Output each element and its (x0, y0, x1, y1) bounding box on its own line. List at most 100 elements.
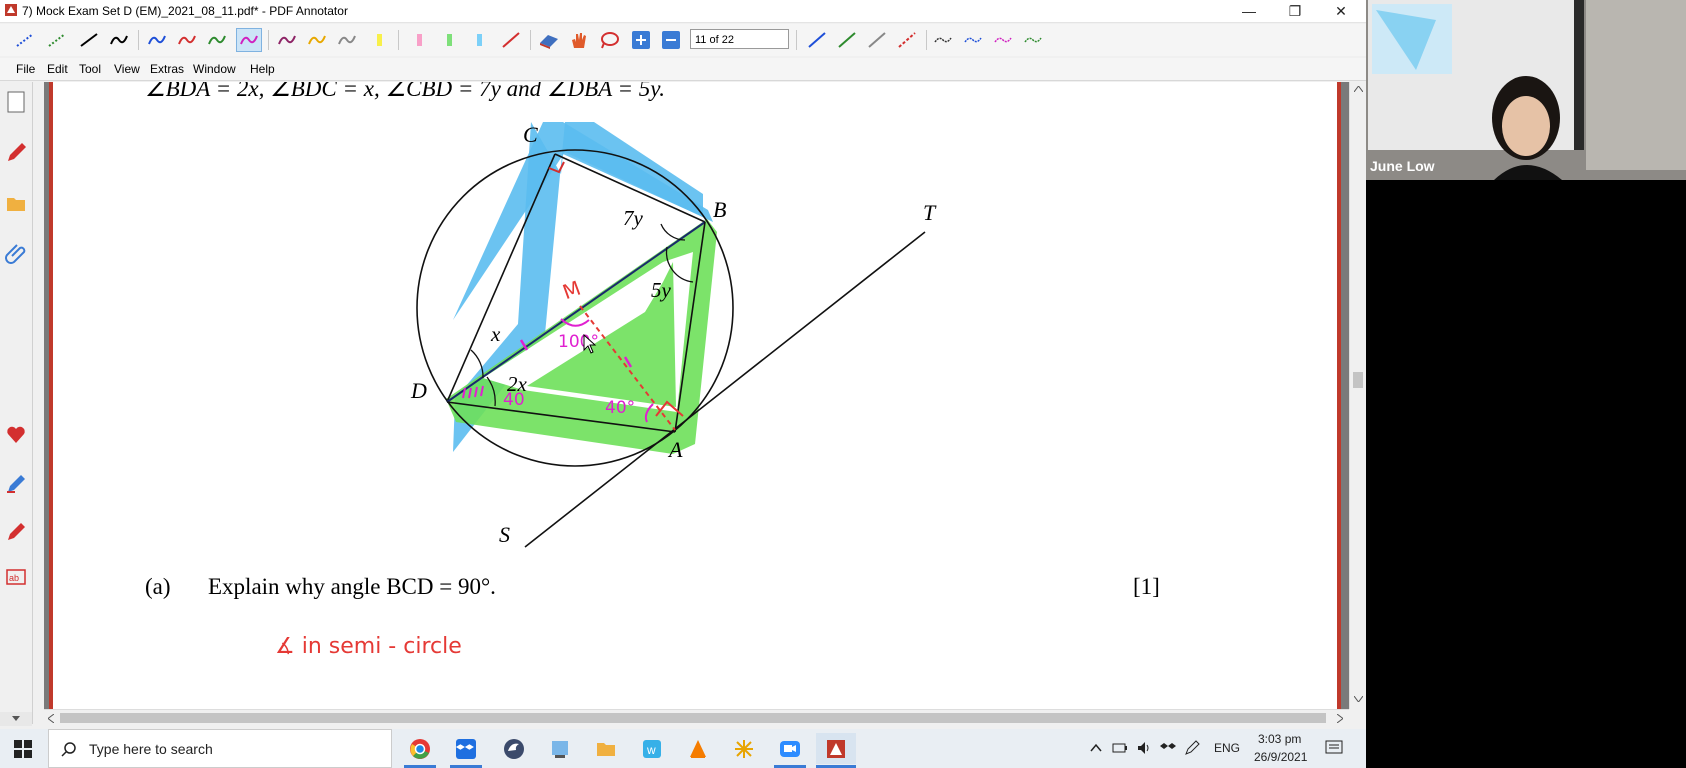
menu-edit[interactable]: Edit (47, 62, 68, 76)
svg-text:w: w (646, 743, 656, 757)
search-box[interactable]: Type here to search (48, 729, 392, 768)
highlighter-pink-icon[interactable] (406, 28, 432, 52)
squiggle-green-icon[interactable] (1020, 28, 1046, 52)
menu-extras[interactable]: Extras (150, 62, 184, 76)
vertical-scrollbar[interactable] (1349, 82, 1366, 709)
svg-text:ab: ab (9, 573, 19, 583)
horizontal-scroll-thumb[interactable] (60, 713, 1326, 723)
geometry-diagram (416, 122, 926, 548)
pen-tray-icon[interactable] (1184, 740, 1200, 756)
line-blue-icon[interactable] (804, 28, 830, 52)
eraser-icon[interactable] (536, 28, 562, 52)
hand-tool-icon[interactable] (566, 28, 592, 52)
label-5y: 5y (651, 278, 671, 302)
page-number-field[interactable]: 11 of 22 (690, 29, 789, 49)
pen-blue-dotted-icon[interactable] (12, 28, 38, 52)
horizontal-scrollbar[interactable] (44, 709, 1349, 727)
highlighter-green-icon[interactable] (436, 28, 462, 52)
scroll-left-icon[interactable] (48, 714, 54, 723)
pdf-annotator-taskbar-icon[interactable] (816, 733, 856, 764)
label-d: D (411, 378, 427, 403)
heart-icon[interactable] (5, 424, 27, 446)
dropbox-tray-icon[interactable] (1160, 740, 1176, 756)
pen-green-curve-icon[interactable] (204, 28, 230, 52)
dropbox-icon[interactable] (446, 733, 486, 764)
pdf-annotator-window: 7) Mock Exam Set D (EM)_2021_08_11.pdf* … (0, 0, 1366, 768)
windows-start-icon[interactable] (14, 740, 32, 758)
lasso-icon[interactable] (596, 28, 622, 52)
highlighter-yellow-icon[interactable] (366, 28, 392, 52)
firefox-icon[interactable] (494, 733, 534, 764)
zoom-in-button[interactable] (628, 28, 654, 52)
text-box-icon[interactable]: ab (5, 566, 27, 588)
question-label: (a) (145, 574, 171, 599)
pen-black-icon[interactable] (76, 28, 102, 52)
menu-file[interactable]: File (16, 62, 35, 76)
minimize-button[interactable]: — (1226, 0, 1272, 22)
scroll-down-icon[interactable] (1354, 696, 1363, 702)
line-red-dashed-icon[interactable] (894, 28, 920, 52)
annotation-40a: 40 (503, 390, 525, 410)
pen-purple-curve-icon[interactable] (274, 28, 300, 52)
file-explorer-icon[interactable] (586, 733, 626, 764)
vertical-scroll-thumb[interactable] (1353, 372, 1363, 388)
pen-yellow-curve-icon[interactable] (304, 28, 330, 52)
menu-view[interactable]: View (114, 62, 140, 76)
blue-pen-icon[interactable] (5, 472, 27, 494)
red-line-icon[interactable] (498, 28, 524, 52)
squiggle-blue-icon[interactable] (960, 28, 986, 52)
menu-tool[interactable]: Tool (79, 62, 101, 76)
pen-green-dotted-icon[interactable] (44, 28, 70, 52)
blank-page-icon[interactable] (5, 90, 27, 114)
title-bar: 7) Mock Exam Set D (EM)_2021_08_11.pdf* … (0, 0, 1366, 23)
line-grey-icon[interactable] (864, 28, 890, 52)
label-c: C (523, 122, 538, 147)
squiggle-black-icon[interactable] (930, 28, 956, 52)
red-pen-icon[interactable] (5, 140, 27, 164)
mouse-cursor-icon (583, 334, 597, 354)
participant-video (1366, 0, 1686, 180)
menu-window[interactable]: Window (193, 62, 236, 76)
label-a: A (669, 437, 683, 462)
menu-help[interactable]: Help (250, 62, 275, 76)
scroll-up-icon[interactable] (1354, 86, 1363, 92)
label-s: S (499, 522, 510, 547)
squiggle-magenta-icon[interactable] (990, 28, 1016, 52)
menu-bar: File Edit Tool View Extras Window Help (0, 58, 1366, 81)
app-w-icon[interactable]: w (632, 733, 672, 764)
zoom-icon[interactable] (770, 733, 810, 764)
chrome-icon[interactable] (400, 733, 440, 764)
chevron-down-icon[interactable] (12, 716, 20, 722)
screen-tool-icon[interactable] (540, 733, 580, 764)
language-indicator[interactable]: ENG (1214, 741, 1240, 768)
paperclip-icon[interactable] (5, 242, 27, 264)
document-view[interactable]: ∠BDA = 2x, ∠BDC = x, ∠CBD = 7y and ∠DBA … (44, 82, 1349, 709)
vlc-icon[interactable] (678, 733, 718, 764)
tray-chevron-up-icon[interactable] (1090, 743, 1102, 753)
close-button[interactable]: ✕ (1318, 0, 1364, 22)
marker-icon[interactable] (5, 520, 27, 542)
pen-grey-curve-icon[interactable] (334, 28, 360, 52)
volume-icon[interactable] (1136, 740, 1152, 756)
zoom-out-button[interactable] (658, 28, 684, 52)
left-strip-scroll[interactable] (0, 712, 32, 726)
folder-icon[interactable] (5, 192, 27, 214)
left-toolbar: ab (0, 82, 33, 724)
pdf-page[interactable]: ∠BDA = 2x, ∠BDC = x, ∠CBD = 7y and ∠DBA … (49, 82, 1341, 709)
line-green-icon[interactable] (834, 28, 860, 52)
pen-blue-curve-icon[interactable] (144, 28, 170, 52)
label-b: B (713, 197, 727, 222)
clock-date[interactable]: 26/9/2021 (1254, 750, 1307, 768)
question-text: Explain why angle BCD = 90°. (208, 574, 496, 599)
scroll-right-icon[interactable] (1337, 714, 1343, 723)
notification-icon[interactable] (1325, 740, 1343, 756)
network-tool-icon[interactable] (724, 733, 764, 764)
restore-button[interactable]: ❐ (1272, 0, 1318, 22)
highlighter-blue-icon[interactable] (466, 28, 492, 52)
pen-black-curve-icon[interactable] (106, 28, 132, 52)
taskbar: Type here to search w ENG 3:03 pm 26/9/2… (0, 729, 1366, 768)
battery-icon[interactable] (1112, 741, 1128, 755)
pen-magenta-curve-icon[interactable] (236, 28, 262, 52)
marks-label: [1] (1133, 574, 1160, 599)
pen-red-curve-icon[interactable] (174, 28, 200, 52)
